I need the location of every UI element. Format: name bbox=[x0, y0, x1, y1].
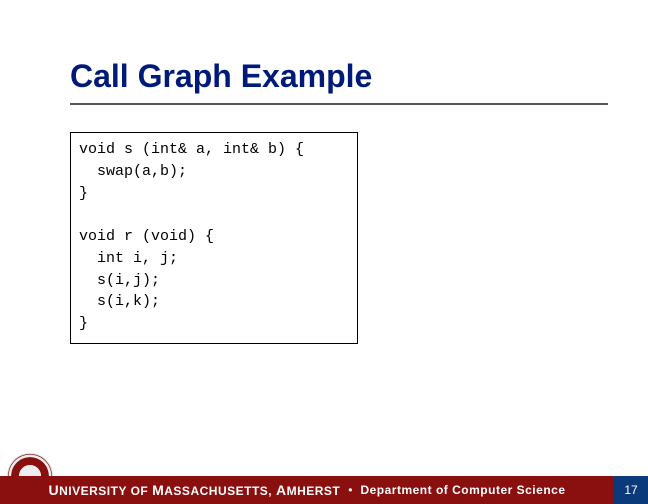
code-line: s(i,k); bbox=[79, 293, 160, 310]
page-number: 17 bbox=[614, 476, 648, 504]
cap-u: U bbox=[49, 482, 60, 498]
code-block: void s (int& a, int& b) { swap(a,b); } v… bbox=[70, 132, 358, 344]
footer-bar: UNIVERSITY OF MASSACHUSETTS, AMHERST • D… bbox=[0, 476, 648, 504]
cap-m: M bbox=[152, 482, 164, 498]
code-line: } bbox=[79, 185, 88, 202]
footer-department: Department of Computer Science bbox=[360, 483, 565, 497]
slide-title: Call Graph Example bbox=[70, 58, 608, 105]
code-line: s(i,j); bbox=[79, 272, 160, 289]
code-line: int i, j; bbox=[79, 250, 178, 267]
rest-niversity: NIVERSITY OF bbox=[59, 484, 152, 498]
footer-separator: • bbox=[348, 483, 352, 497]
code-line: } bbox=[79, 315, 88, 332]
rest-mherst: MHERST bbox=[287, 484, 341, 498]
code-line: swap(a,b); bbox=[79, 163, 187, 180]
cap-a: A bbox=[276, 482, 287, 498]
footer-university: UNIVERSITY OF MASSACHUSETTS, AMHERST bbox=[49, 482, 341, 498]
rest-assachusetts: ASSACHUSETTS, bbox=[164, 484, 276, 498]
code-line: void s (int& a, int& b) { bbox=[79, 141, 304, 158]
slide: Call Graph Example void s (int& a, int& … bbox=[0, 0, 648, 504]
code-line: void r (void) { bbox=[79, 228, 214, 245]
footer-main: UNIVERSITY OF MASSACHUSETTS, AMHERST • D… bbox=[0, 476, 614, 504]
